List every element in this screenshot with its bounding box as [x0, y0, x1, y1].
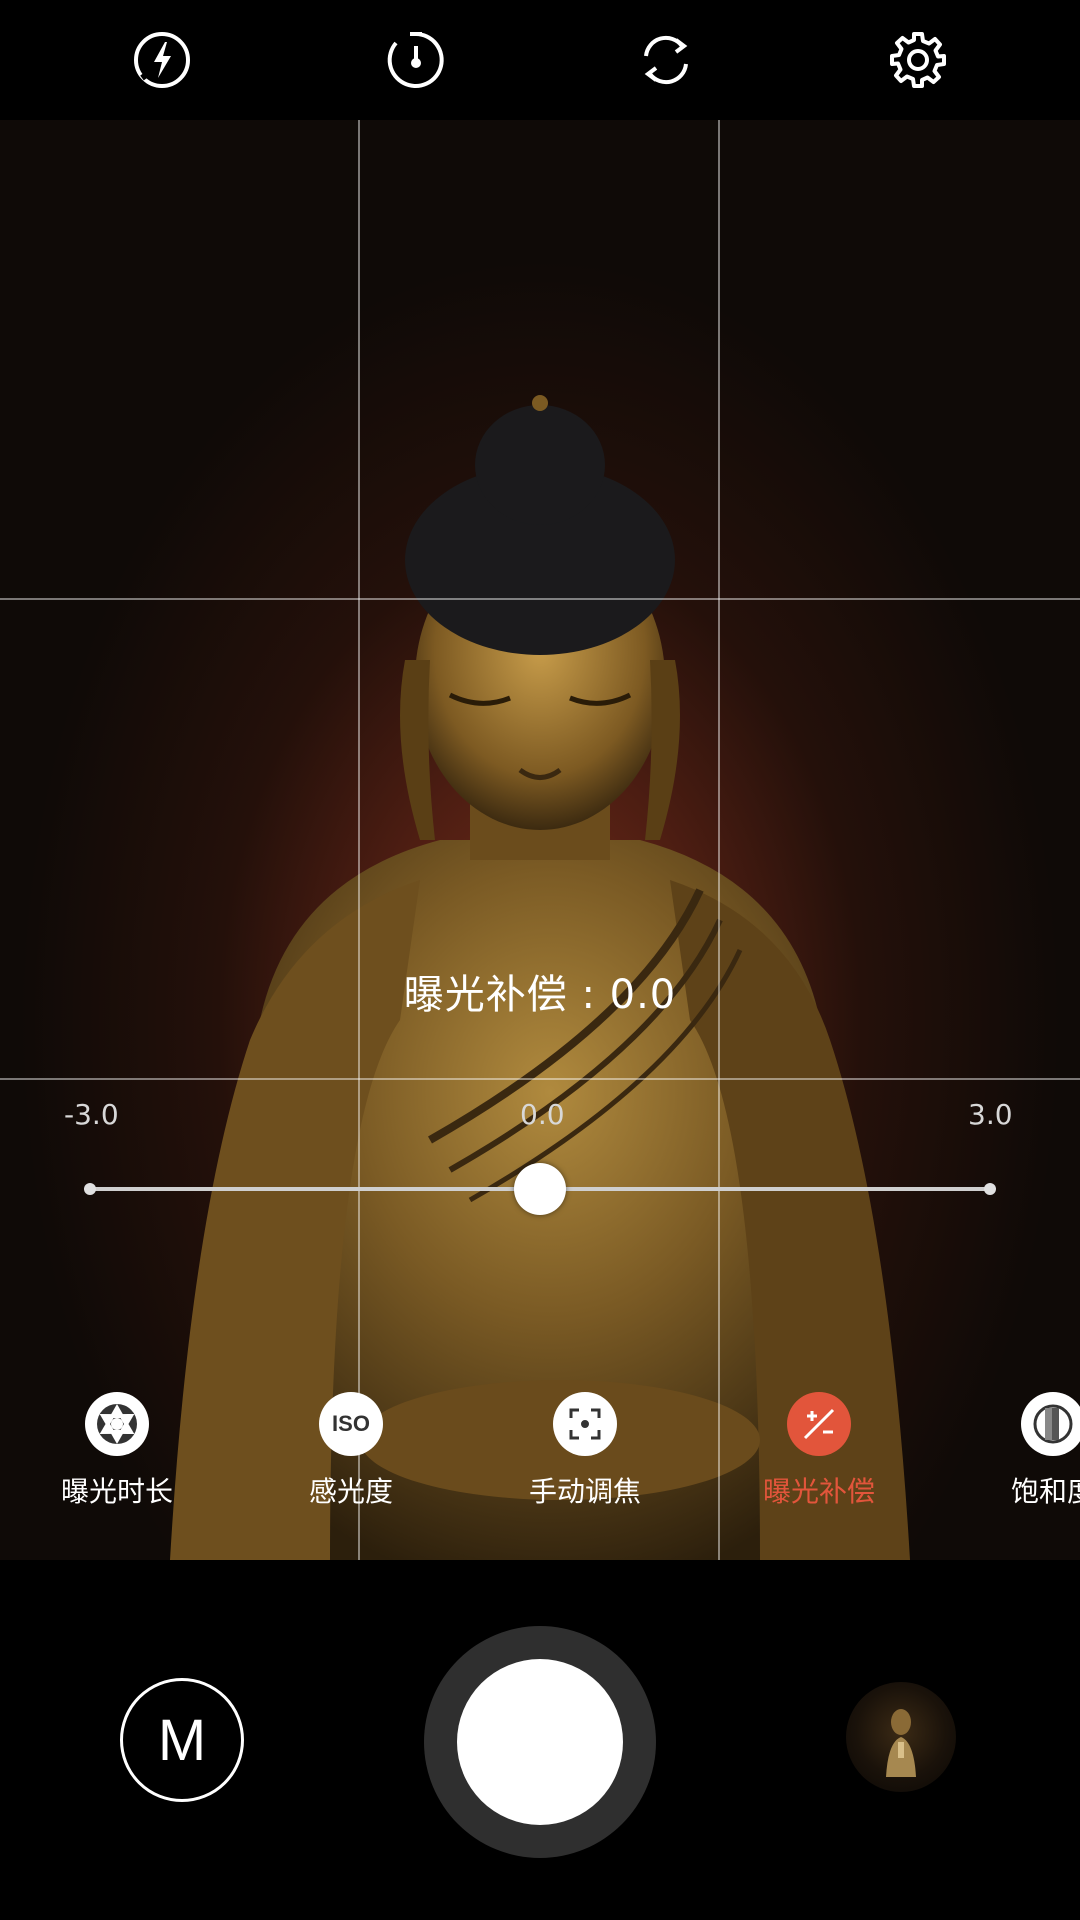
mode-exposure-compensation[interactable]: 曝光补偿: [744, 1392, 894, 1510]
slider-min-label: -3.0: [64, 1098, 119, 1131]
viewfinder-image: [170, 395, 910, 1560]
grid-line-vertical-2: [718, 120, 720, 1560]
switch-camera-icon[interactable]: [634, 28, 698, 92]
grid-line-horizontal-2: [0, 1078, 1080, 1080]
mode-label: 饱和度: [1010, 1475, 1080, 1508]
mode-label: 曝光时长: [60, 1475, 173, 1508]
slider-max-label: 3.0: [968, 1098, 1013, 1131]
slider-mid-label: 0.0: [520, 1098, 565, 1131]
shutter-core: [457, 1659, 623, 1825]
slider-start-dot: [84, 1183, 96, 1195]
saturation-icon: [1021, 1392, 1080, 1456]
iso-icon: ISO: [319, 1392, 383, 1456]
mode-label: 曝光补偿: [762, 1475, 875, 1508]
timer-icon[interactable]: [384, 28, 448, 92]
mode-label: 手动调焦: [528, 1475, 641, 1508]
mode-iso[interactable]: ISO 感光度: [276, 1392, 426, 1510]
flash-auto-icon[interactable]: [130, 28, 194, 92]
bottom-controls: M: [0, 1560, 1080, 1920]
focus-icon: [553, 1392, 617, 1456]
top-toolbar: [0, 0, 1080, 120]
slider-end-dot: [984, 1183, 996, 1195]
grid-line-horizontal-1: [0, 598, 1080, 600]
camera-viewfinder[interactable]: [0, 120, 1080, 1560]
thumbnail-image: [886, 1709, 916, 1777]
settings-gear-icon[interactable]: [886, 28, 950, 92]
exposure-slider-thumb[interactable]: [514, 1163, 566, 1215]
shutter-button[interactable]: [424, 1626, 656, 1858]
exposure-readout: 曝光补偿 : 0.0: [403, 972, 677, 1018]
grid-line-vertical-1: [358, 120, 360, 1560]
mode-label: 感光度: [308, 1475, 393, 1508]
manual-mode-button[interactable]: M: [120, 1678, 244, 1802]
aperture-icon: [85, 1392, 149, 1456]
gallery-thumbnail[interactable]: [846, 1682, 956, 1792]
mode-manual-focus[interactable]: 手动调焦: [510, 1392, 660, 1510]
exposure-compensation-icon: [787, 1392, 851, 1456]
mode-shutter-duration[interactable]: 曝光时长: [42, 1392, 192, 1510]
mode-saturation[interactable]: 饱和度: [978, 1392, 1080, 1510]
